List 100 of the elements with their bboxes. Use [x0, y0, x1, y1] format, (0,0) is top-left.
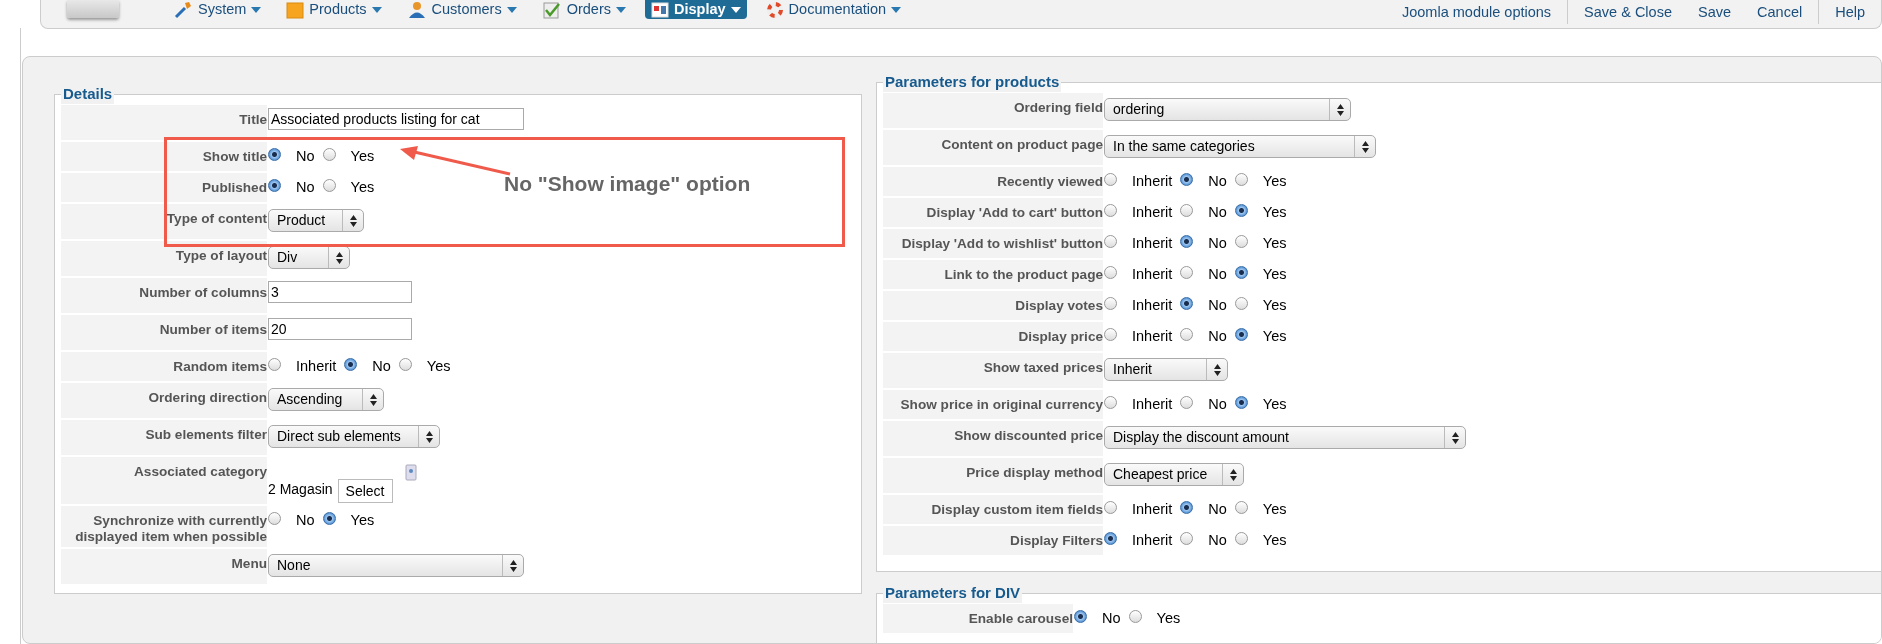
- radio-button[interactable]: [1180, 532, 1194, 545]
- field-label: Display 'Add to wishlist' button: [883, 229, 1103, 258]
- radio-button[interactable]: [268, 179, 281, 192]
- field-label: Show discounted price: [883, 421, 1103, 456]
- annotation-text: No "Show image" option: [504, 171, 751, 197]
- toolbar-link[interactable]: Save & Close: [1584, 2, 1672, 24]
- radio-button[interactable]: [1128, 610, 1142, 623]
- radio-button[interactable]: [344, 358, 358, 371]
- toolbar-link[interactable]: Joomla module options: [1402, 2, 1552, 24]
- radio-button[interactable]: [1074, 610, 1087, 623]
- dropdown[interactable]: Display the discount amount: [1104, 426, 1466, 449]
- menu-item[interactable]: Display: [645, 0, 747, 19]
- menu-item[interactable]: Orders: [535, 0, 632, 19]
- radio-label: No: [1208, 296, 1227, 315]
- field-label: Display price: [883, 322, 1103, 351]
- radio-label: No: [372, 357, 391, 376]
- radio-button[interactable]: [1104, 235, 1117, 248]
- radio-button[interactable]: [1234, 501, 1248, 514]
- field-label: Associated category: [61, 457, 267, 504]
- dropdown[interactable]: Ascending: [268, 388, 384, 411]
- radio-button[interactable]: [1180, 501, 1194, 514]
- radio-label: Inherit: [1132, 234, 1173, 253]
- dropdown[interactable]: Product: [268, 209, 364, 232]
- caret-icon: [730, 5, 741, 14]
- radio-button[interactable]: [1234, 173, 1248, 186]
- field-label: Show title: [61, 142, 267, 171]
- radio-button[interactable]: [268, 358, 281, 371]
- radio-button[interactable]: [1104, 297, 1117, 310]
- menu-item[interactable]: Customers: [400, 0, 523, 19]
- menu-item[interactable]: System: [167, 0, 268, 19]
- radio-button[interactable]: [268, 148, 281, 161]
- menu-item[interactable]: Products: [280, 0, 388, 19]
- radio-button[interactable]: [1104, 501, 1117, 514]
- radio-label: No: [1208, 265, 1227, 284]
- dropdown[interactable]: Cheapest price: [1104, 463, 1244, 486]
- radio-button[interactable]: [1104, 204, 1117, 217]
- updown-arrows-icon: [1213, 363, 1221, 376]
- radio-button[interactable]: [1234, 204, 1248, 217]
- field-label: Synchronize with currently displayed item when possible: [61, 506, 267, 547]
- select-button[interactable]: Select: [337, 479, 393, 503]
- radio-label: Inherit: [1132, 203, 1173, 222]
- radio-button[interactable]: [1180, 204, 1194, 217]
- radio-button[interactable]: [1180, 297, 1194, 310]
- radio-button[interactable]: [1234, 235, 1248, 248]
- radio-label: Yes: [426, 357, 451, 376]
- screen-icon: [651, 1, 669, 18]
- field-label: Sub elements filter: [61, 420, 267, 455]
- caret-icon: [891, 5, 902, 14]
- radio-label: Inherit: [296, 357, 337, 376]
- updown-arrows-icon: [1451, 431, 1459, 444]
- radio-label: No: [1208, 395, 1227, 414]
- dropdown[interactable]: None: [268, 554, 524, 577]
- updown-arrows-icon: [369, 393, 377, 406]
- trash-icon[interactable]: [404, 463, 417, 481]
- radio-button[interactable]: [1180, 396, 1194, 409]
- radio-button[interactable]: [1234, 396, 1248, 409]
- radio-label: Yes: [1262, 395, 1287, 414]
- toolbar-link[interactable]: Help: [1835, 2, 1865, 24]
- radio-button[interactable]: [398, 358, 412, 371]
- radio-button[interactable]: [322, 148, 336, 161]
- radio-label: Yes: [1262, 327, 1287, 346]
- radio-button[interactable]: [1234, 297, 1248, 310]
- dropdown[interactable]: ordering: [1104, 98, 1351, 121]
- updown-arrows-icon: [509, 559, 517, 572]
- radio-button[interactable]: [322, 512, 336, 525]
- radio-label: Yes: [350, 178, 375, 197]
- radio-button[interactable]: [1234, 532, 1248, 545]
- dropdown[interactable]: Direct sub elements: [268, 425, 440, 448]
- radio-button[interactable]: [1104, 396, 1117, 409]
- text-field[interactable]: 20: [268, 318, 412, 340]
- radio-button[interactable]: [268, 512, 281, 525]
- radio-button[interactable]: [1234, 266, 1248, 279]
- radio-button[interactable]: [1104, 173, 1117, 186]
- text-field[interactable]: Associated products listing for cat: [268, 108, 524, 130]
- radio-button[interactable]: [1104, 266, 1117, 279]
- field-label: Recently viewed: [883, 167, 1103, 196]
- category-value: 2 Magasin: [268, 480, 333, 499]
- dropdown[interactable]: In the same categories: [1104, 135, 1376, 158]
- radio-button[interactable]: [1104, 532, 1117, 545]
- radio-button[interactable]: [322, 179, 336, 192]
- dropdown[interactable]: Div: [268, 246, 350, 269]
- radio-label: Yes: [350, 511, 375, 530]
- radio-button[interactable]: [1104, 328, 1117, 341]
- field-label: Menu: [61, 549, 267, 584]
- field-label: Display votes: [883, 291, 1103, 320]
- radio-button[interactable]: [1180, 173, 1194, 186]
- dropdown[interactable]: Inherit: [1104, 358, 1228, 381]
- radio-label: Yes: [1262, 172, 1287, 191]
- radio-button[interactable]: [1180, 235, 1194, 248]
- radio-label: Yes: [1262, 203, 1287, 222]
- radio-button[interactable]: [1234, 328, 1248, 341]
- field-label: Display custom item fields: [883, 495, 1103, 524]
- radio-button[interactable]: [1180, 266, 1194, 279]
- text-field[interactable]: 3: [268, 281, 412, 303]
- radio-button[interactable]: [1180, 328, 1194, 341]
- menu-item[interactable]: Documentation: [759, 0, 908, 19]
- toolbar-link[interactable]: Cancel: [1757, 2, 1803, 24]
- toolbar-link[interactable]: Save: [1697, 2, 1732, 24]
- radio-label: Inherit: [1132, 395, 1173, 414]
- field-label: Price display method: [883, 458, 1103, 493]
